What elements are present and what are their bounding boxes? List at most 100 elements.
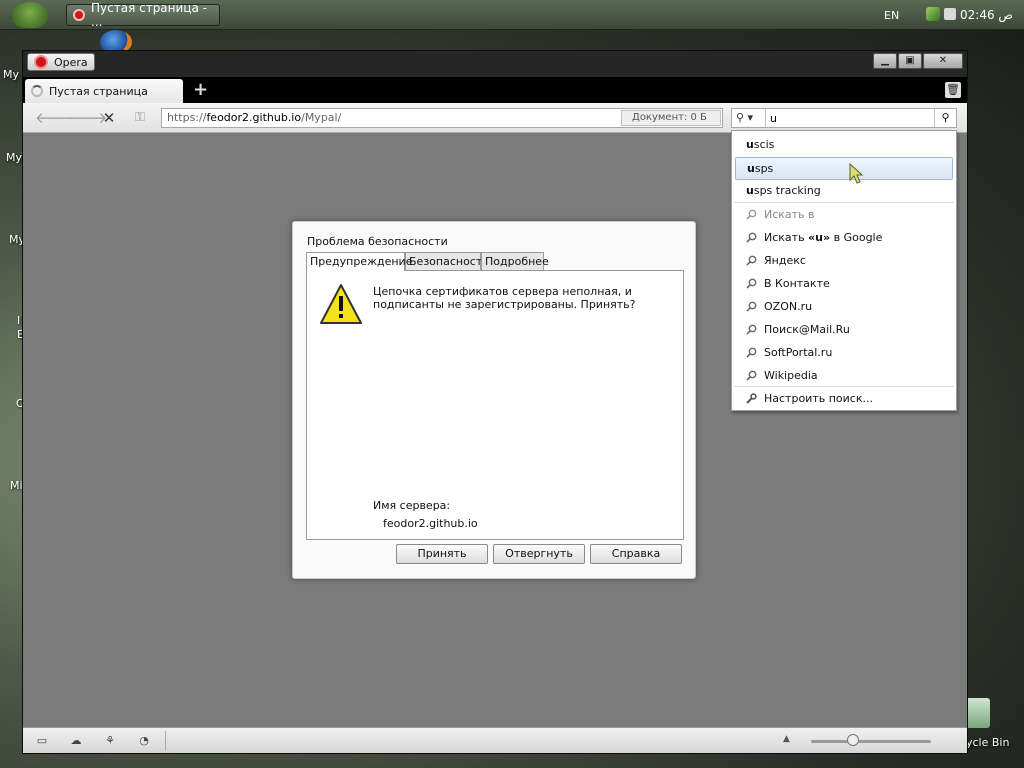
tab-warning[interactable]: Предупреждение <box>306 252 412 271</box>
search-engine-selector[interactable]: ⚲ ▾ <box>732 109 766 127</box>
zoom-slider-handle[interactable] <box>847 734 859 746</box>
maximize-button[interactable]: ▣ <box>898 53 922 69</box>
language-indicator[interactable]: EN <box>884 9 899 22</box>
document-size-indicator: Документ: 0 Б <box>621 110 721 126</box>
opera-unite-cloud-icon[interactable]: ☁ <box>69 734 83 748</box>
url-scheme: https:// <box>167 111 207 124</box>
engine-label: Wikipedia <box>764 369 818 382</box>
search-engine-mailru[interactable]: Поиск@Mail.Ru <box>732 318 956 341</box>
statusbar-divider <box>165 731 166 751</box>
start-button[interactable] <box>12 2 48 28</box>
reject-button[interactable]: Отвергнуть <box>493 544 585 564</box>
desktop-icon-label: I <box>17 314 21 327</box>
search-engine-ozon[interactable]: OZON.ru <box>732 295 956 318</box>
url-domain: feodor2.github.io <box>206 111 302 124</box>
closed-tabs-trash-icon[interactable]: 🗑 <box>945 82 961 98</box>
tab-blank-page[interactable]: Пустая страница <box>25 79 183 103</box>
tab-details[interactable]: Подробнее <box>481 252 549 270</box>
engine-label: Поиск@Mail.Ru <box>764 323 850 336</box>
forward-arrow-icon[interactable]: 🡒 <box>67 109 107 127</box>
opera-menu-label: Opera <box>54 55 88 69</box>
search-google-query: «u» <box>808 231 831 244</box>
suggestion-item[interactable]: uscis <box>732 133 956 156</box>
magnifier-icon <box>746 209 757 220</box>
desktop-icon-label: My <box>6 151 23 164</box>
volume-icon[interactable] <box>944 8 956 20</box>
search-in-header: Искать в <box>732 203 956 226</box>
taskbar: Пустая страница - ... EN ص 02:46 <box>0 0 1024 30</box>
url-path: /Mypal/ <box>301 111 342 124</box>
security-problem-dialog: Проблема безопасности Предупреждение Без… <box>292 221 696 579</box>
search-engine-vkontakte[interactable]: В Контакте <box>732 272 956 295</box>
search-go-icon[interactable]: ⚲ <box>934 109 956 127</box>
search-engine-wikipedia[interactable]: Wikipedia <box>732 364 956 387</box>
help-button[interactable]: Справка <box>590 544 682 564</box>
suggestion-item-selected[interactable]: usps <box>735 157 953 180</box>
accept-button[interactable]: Принять <box>396 544 488 564</box>
suggestion-rest: sps tracking <box>753 184 821 197</box>
back-arrow-icon[interactable]: 🡐 <box>35 109 75 127</box>
wrench-icon <box>746 393 757 404</box>
tab-title: Пустая страница <box>49 84 148 98</box>
warning-icon <box>320 284 362 324</box>
opera-link-icon[interactable]: ⚘ <box>103 734 117 748</box>
search-in-label: Искать в <box>764 208 815 221</box>
engine-label: OZON.ru <box>764 300 813 313</box>
opera-turbo-icon[interactable]: ◔ <box>137 734 151 748</box>
suggestion-rest: sps <box>754 162 774 175</box>
manage-search-item[interactable]: Настроить поиск... <box>732 387 956 410</box>
suggestion-match: u <box>747 162 755 175</box>
warning-message: Цепочка сертификатов сервера неполная, и… <box>373 285 636 311</box>
search-input[interactable] <box>770 109 930 127</box>
search-google-pre: Искать <box>764 231 809 244</box>
tab-security[interactable]: Безопасность <box>405 252 489 270</box>
close-window-button[interactable]: ✕ <box>923 53 963 69</box>
panel-toggle-icon[interactable]: ▭ <box>35 734 49 748</box>
desktop-icon-label: Mi <box>10 479 23 492</box>
search-field: ⚲ ▾ ⚲ <box>731 108 957 128</box>
magnifier-icon <box>746 301 757 312</box>
engine-label: Яндекс <box>764 254 806 267</box>
magnifier-icon <box>746 255 757 266</box>
magnifier-icon <box>746 370 757 381</box>
stop-icon[interactable]: ✕ <box>100 109 118 127</box>
loading-icon <box>31 85 43 97</box>
desktop-icon-label: My <box>3 68 20 81</box>
mouse-cursor-icon <box>849 162 864 184</box>
manage-search-label: Настроить поиск... <box>764 392 873 405</box>
status-bar: ▭ ☁ ⚘ ◔ ▲ <box>23 727 967 753</box>
minimize-button[interactable]: ▁ <box>873 53 897 69</box>
warning-panel: Цепочка сертификатов сервера неполная, и… <box>306 270 684 540</box>
magnifier-icon <box>746 232 757 243</box>
magnifier-icon <box>746 278 757 289</box>
suggestion-rest: scis <box>753 138 775 151</box>
suggestion-match: u <box>746 184 754 197</box>
taskbar-opera-window[interactable]: Пустая страница - ... <box>66 1 220 29</box>
search-google-post: в Google <box>830 231 883 244</box>
zoom-slider[interactable] <box>811 740 931 743</box>
address-toolbar: 🡐 🡒 ✕ ⚿ https://feodor2.github.io/Mypal/… <box>23 103 967 133</box>
taskbar-window-title: Пустая страница - ... <box>91 1 207 29</box>
search-engine-yandex[interactable]: Яндекс <box>732 249 956 272</box>
suggestion-match: u <box>746 138 754 151</box>
search-google-item[interactable]: Искать «u» в Google <box>732 226 956 249</box>
engine-label: В Контакте <box>764 277 830 290</box>
recycle-bin-label: ycle Bin <box>966 736 1010 749</box>
opera-menu-button[interactable]: Opera <box>27 53 95 71</box>
opera-logo-icon <box>34 55 48 69</box>
magnifier-icon <box>746 324 757 335</box>
zoom-menu-arrow-icon[interactable]: ▲ <box>783 734 790 744</box>
recycle-bin-icon[interactable] <box>966 698 990 728</box>
opera-icon <box>73 9 85 21</box>
key-icon[interactable]: ⚿ <box>131 109 149 127</box>
search-engine-softportal[interactable]: SoftPortal.ru <box>732 341 956 364</box>
server-name-value: feodor2.github.io <box>383 517 478 530</box>
clock[interactable]: ص 02:46 <box>960 8 1013 22</box>
suggestion-item[interactable]: usps tracking <box>732 179 956 202</box>
tab-bar: Пустая страница + 🗑 <box>23 77 967 103</box>
network-icon[interactable] <box>926 7 940 21</box>
server-name-label: Имя сервера: <box>373 499 451 512</box>
search-suggestions-dropdown: uscis usps usps tracking Искать в Искать… <box>731 130 957 411</box>
window-controls: ▁ ▣ ✕ <box>873 53 963 69</box>
new-tab-button[interactable]: + <box>193 81 208 99</box>
